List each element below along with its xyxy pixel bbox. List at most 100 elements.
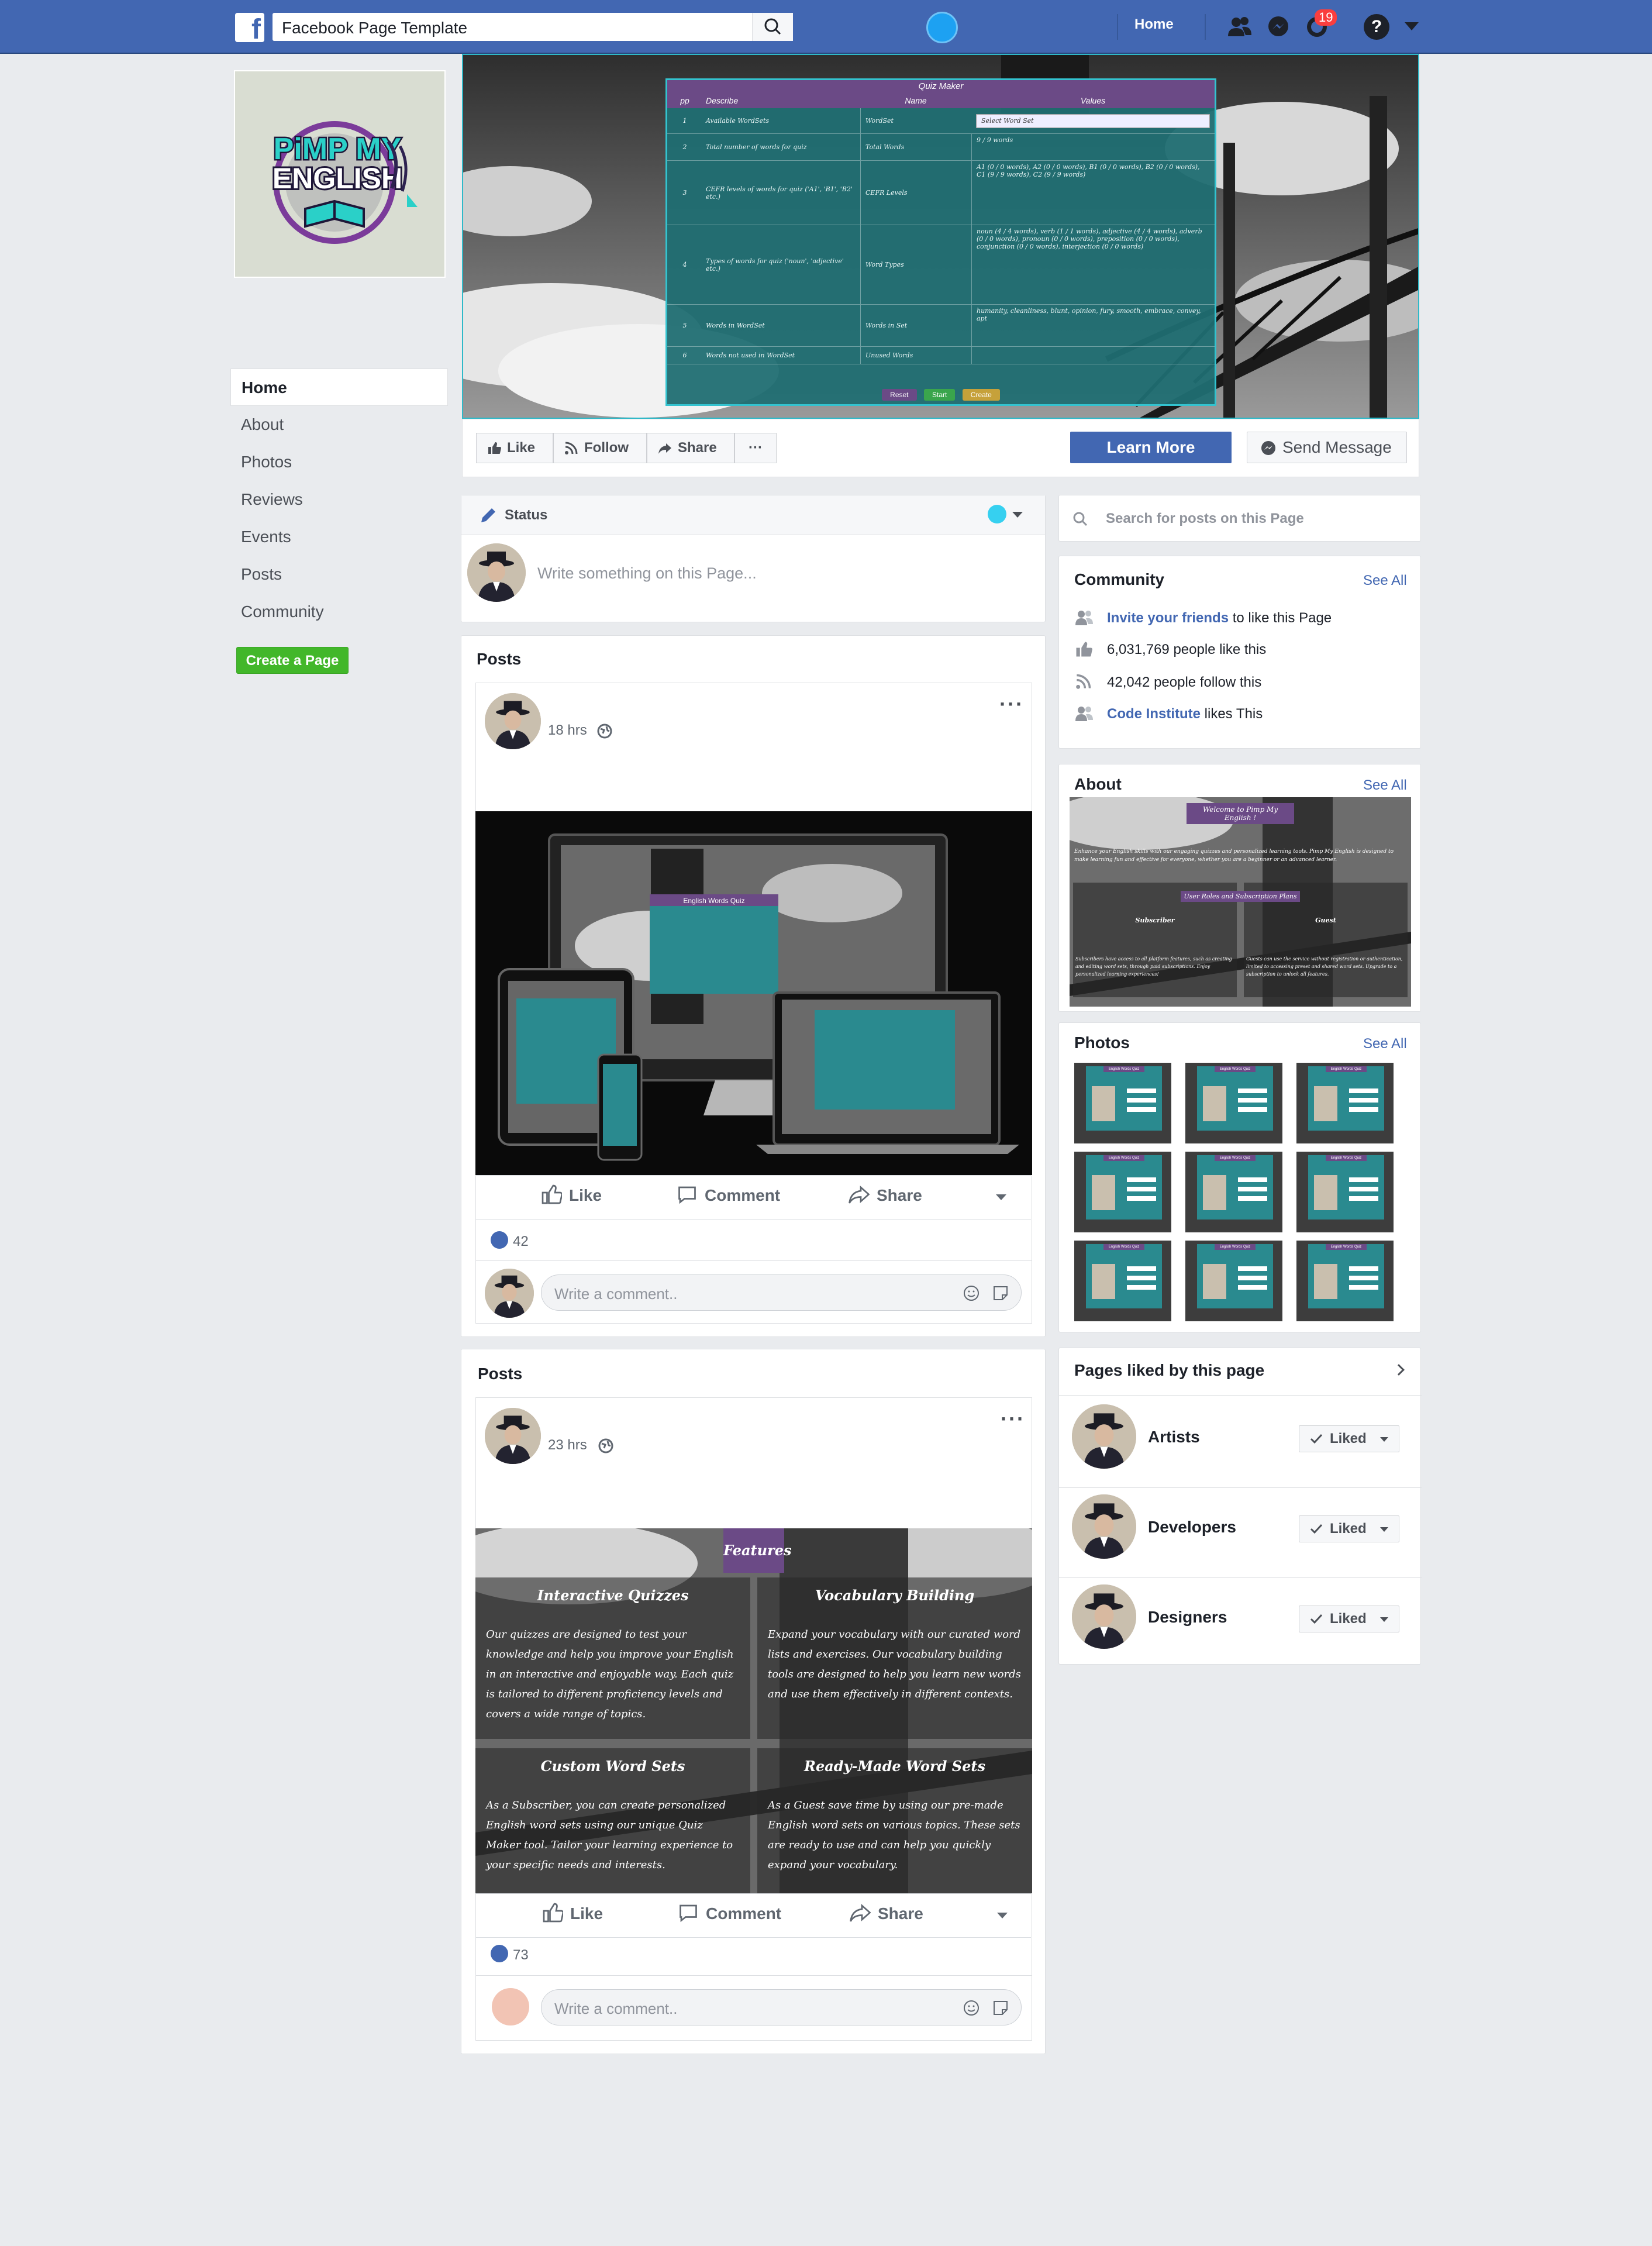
chevron-right-icon[interactable] — [1393, 1364, 1405, 1376]
share-post-button[interactable]: Share — [849, 1185, 922, 1205]
photo-thumbnail[interactable]: English Words Quiz — [1184, 1150, 1284, 1234]
nav-item-community[interactable]: Community — [230, 593, 448, 631]
quiz-row: 4 Types of words for quiz ('noun', 'adjec… — [667, 225, 1215, 305]
photo-thumbnail[interactable]: English Words Quiz — [1184, 1239, 1284, 1322]
post-options-button[interactable]: ··· — [1001, 1407, 1025, 1431]
composer-header — [461, 495, 1045, 535]
post-card: Posts 23 hrs ··· Features Interactive Qu… — [461, 1349, 1046, 2054]
quiz-row-value: humanity, cleanliness, blunt, opinion, f… — [971, 305, 1215, 346]
share-options-chevron-down-icon[interactable] — [997, 1913, 1008, 1918]
more-options-button[interactable]: ··· — [734, 433, 777, 463]
nav-item-events[interactable]: Events — [230, 518, 448, 556]
page-search-input[interactable]: Search for posts on this Page — [1058, 495, 1421, 542]
liked-page-row[interactable]: Designers Liked — [1059, 1584, 1422, 1666]
send-message-button[interactable]: Send Message — [1247, 432, 1407, 463]
post-author-avatar[interactable] — [485, 1408, 541, 1464]
profile-picture[interactable]: PiMP MY ENGLISH — [234, 70, 446, 278]
emoji-icon[interactable] — [963, 1999, 980, 2017]
liked-button-label: Liked — [1330, 1521, 1367, 1537]
account-menu-chevron-icon[interactable] — [1405, 22, 1419, 30]
comment-button[interactable]: Comment — [678, 1186, 780, 1205]
liked-page-name[interactable]: Designers — [1148, 1608, 1227, 1627]
photo-thumbnail[interactable]: English Words Quiz — [1295, 1062, 1395, 1145]
post-image[interactable]: Features Interactive Quizzes Our quizzes… — [475, 1528, 1032, 1893]
photo-thumbnail[interactable]: English Words Quiz — [1184, 1062, 1284, 1145]
divider — [1059, 1577, 1422, 1578]
liked-page-row[interactable]: Artists Liked — [1059, 1404, 1422, 1488]
cover-photo[interactable]: Quiz Maker pp Describe Name Values 1 Avai… — [462, 54, 1419, 419]
search-input[interactable]: Facebook Page Template — [273, 13, 793, 41]
about-image[interactable]: Welcome to Pimp My English ! Enhance you… — [1070, 797, 1411, 1007]
post-action-bar: Like Comment Share — [475, 1175, 1031, 1220]
share-post-button[interactable]: Share — [850, 1903, 923, 1923]
header-values: Values — [1080, 96, 1106, 105]
like-post-button[interactable]: Like — [543, 1903, 603, 1923]
reset-button[interactable]: Reset — [882, 389, 917, 401]
about-see-all-link[interactable]: See All — [1363, 777, 1407, 794]
like-post-button[interactable]: Like — [542, 1184, 602, 1205]
photos-box: Photos See All English Words Quiz English… — [1058, 1022, 1421, 1332]
thumbs-up-icon — [488, 442, 501, 454]
comment-input[interactable]: Write a comment.. — [541, 1274, 1022, 1311]
photo-thumbnail[interactable]: English Words Quiz — [1073, 1062, 1172, 1145]
learn-more-button[interactable]: Learn More — [1070, 432, 1232, 463]
nav-item-about[interactable]: About — [230, 406, 448, 443]
share-page-button[interactable]: Share — [647, 433, 734, 463]
share-page-label: Share — [678, 440, 717, 456]
photo-thumbnail[interactable]: English Words Quiz — [1295, 1150, 1395, 1234]
liked-button[interactable]: Liked — [1299, 1425, 1399, 1452]
liked-button[interactable]: Liked — [1299, 1515, 1399, 1542]
photo-thumbnail[interactable]: English Words Quiz — [1073, 1150, 1172, 1234]
status-tab[interactable]: Status — [505, 507, 547, 523]
photos-see-all-link[interactable]: See All — [1363, 1036, 1407, 1052]
liked-page-avatar[interactable] — [1072, 1404, 1136, 1469]
photo-thumbnail[interactable]: English Words Quiz — [1295, 1239, 1395, 1322]
nav-item-posts[interactable]: Posts — [230, 556, 448, 593]
post-options-button[interactable]: ··· — [999, 692, 1024, 716]
liked-page-name[interactable]: Artists — [1148, 1428, 1200, 1446]
community-see-all-link[interactable]: See All — [1363, 573, 1407, 589]
post-image[interactable]: English Words Quiz — [475, 811, 1032, 1175]
nav-item-home[interactable]: Home — [230, 368, 448, 406]
liked-page-name[interactable]: Developers — [1148, 1518, 1236, 1537]
privacy-dot-icon[interactable] — [988, 505, 1006, 523]
start-button[interactable]: Start — [923, 389, 956, 401]
post-timestamp[interactable]: 18 hrs — [548, 722, 587, 739]
create-page-button[interactable]: Create a Page — [236, 647, 349, 674]
share-arrow-icon — [850, 1903, 871, 1922]
liked-button[interactable]: Liked — [1299, 1606, 1399, 1632]
sticker-icon[interactable] — [992, 1999, 1009, 2017]
like-count[interactable]: 42 — [513, 1234, 529, 1250]
composer-input[interactable]: Write something on this Page... — [537, 564, 757, 583]
post-author-avatar[interactable] — [485, 693, 541, 749]
code-institute-link[interactable]: Code Institute — [1107, 706, 1201, 722]
create-button[interactable]: Create — [962, 389, 1000, 401]
follow-page-button[interactable]: Follow — [553, 433, 647, 463]
facebook-logo-icon[interactable]: f — [235, 13, 264, 42]
comment-button[interactable]: Comment — [680, 1904, 781, 1923]
search-button[interactable] — [752, 13, 793, 41]
wordset-select[interactable]: Select Word Set — [976, 113, 1210, 128]
like-page-button[interactable]: Like — [476, 433, 553, 463]
share-options-chevron-down-icon[interactable] — [996, 1194, 1006, 1200]
liked-page-avatar[interactable] — [1072, 1584, 1136, 1649]
post-timestamp[interactable]: 23 hrs — [548, 1437, 587, 1453]
responsive-devices-mockup: English Words Quiz — [475, 811, 1032, 1175]
liked-page-avatar[interactable] — [1072, 1494, 1136, 1559]
friends-icon[interactable] — [1226, 13, 1254, 41]
messenger-icon — [1261, 441, 1275, 455]
like-count[interactable]: 73 — [513, 1947, 529, 1963]
emoji-icon[interactable] — [963, 1284, 980, 1302]
nav-item-photos[interactable]: Photos — [230, 443, 448, 481]
liked-page-row[interactable]: Developers Liked — [1059, 1494, 1422, 1578]
home-link[interactable]: Home — [1134, 16, 1174, 33]
chevron-down-icon[interactable] — [1012, 512, 1023, 518]
sticker-icon[interactable] — [992, 1284, 1009, 1302]
posts-heading: Posts — [478, 1365, 523, 1383]
nav-item-reviews[interactable]: Reviews — [230, 481, 448, 518]
help-icon[interactable]: ? — [1364, 14, 1389, 40]
comment-input[interactable]: Write a comment.. — [541, 1989, 1022, 2025]
photo-thumbnail[interactable]: English Words Quiz — [1073, 1239, 1172, 1322]
messenger-icon[interactable] — [1264, 13, 1292, 41]
invite-friends-link[interactable]: Invite your friends — [1107, 610, 1229, 626]
